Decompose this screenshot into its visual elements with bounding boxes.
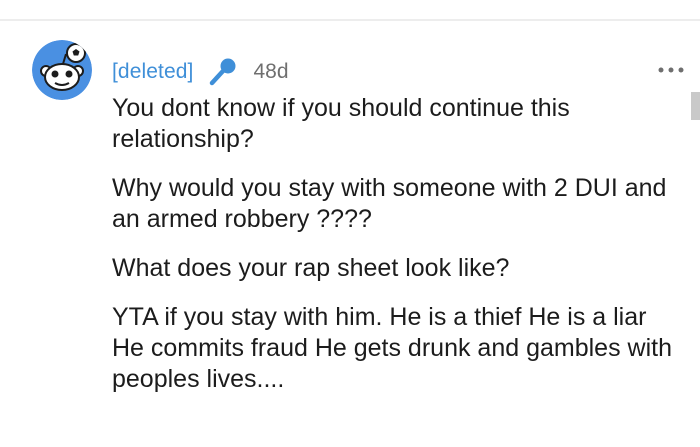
microphone-icon	[207, 56, 239, 88]
snoo-avatar-icon	[32, 40, 92, 100]
comment-paragraph: You dont know if you should continue thi…	[112, 94, 570, 153]
scrollbar-thumb[interactable]	[691, 92, 700, 120]
comment-paragraph: What does your rap sheet look like?	[112, 254, 510, 282]
comment-paragraph: YTA if you stay with him. He is a thief …	[112, 303, 672, 393]
page: [deleted] 48d You dont know if you shoul…	[0, 0, 700, 447]
comment-body: You dont know if you should continue thi…	[112, 93, 682, 413]
username-link[interactable]: [deleted]	[112, 60, 193, 84]
comment-meta: [deleted] 48d	[112, 54, 289, 90]
avatar[interactable]	[32, 40, 92, 100]
timestamp: 48d	[253, 60, 289, 83]
more-options-icon[interactable]	[656, 60, 686, 80]
comment: [deleted] 48d You dont know if you shoul…	[0, 0, 700, 447]
comment-paragraph: Why would you stay with someone with 2 D…	[112, 174, 667, 233]
